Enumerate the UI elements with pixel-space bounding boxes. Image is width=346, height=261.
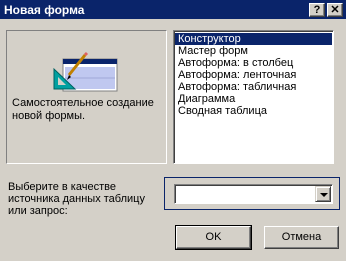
source-combobox[interactable] (174, 184, 333, 204)
list-item[interactable]: Конструктор (175, 33, 332, 45)
cancel-button[interactable]: Отмена (264, 226, 339, 249)
preview-panel: Самостоятельное создание новой формы. (6, 30, 167, 164)
list-item[interactable]: Автоформа: в столбец (175, 57, 332, 69)
wizard-listbox[interactable]: Конструктор Мастер форм Автоформа: в столб… (173, 30, 334, 164)
source-label: Выберите в качестве источника данных таб… (8, 181, 145, 217)
list-item[interactable]: Сводная таблица (175, 105, 332, 117)
close-button[interactable]: ✕ (327, 2, 343, 17)
window-title: Новая форма (4, 2, 85, 17)
ok-button[interactable]: OK (175, 225, 252, 250)
wizard-description: Самостоятельное создание новой формы. (12, 97, 154, 122)
help-button[interactable]: ? (309, 2, 325, 17)
form-design-icon (53, 51, 118, 92)
list-item[interactable]: Диаграмма (175, 93, 332, 105)
list-item[interactable]: Автоформа: ленточная (175, 69, 332, 81)
list-item[interactable]: Мастер форм (175, 45, 332, 57)
title-bar[interactable]: Новая форма ? ✕ (0, 0, 346, 19)
chevron-down-icon[interactable] (315, 186, 331, 202)
list-item[interactable]: Автоформа: табличная (175, 81, 332, 93)
